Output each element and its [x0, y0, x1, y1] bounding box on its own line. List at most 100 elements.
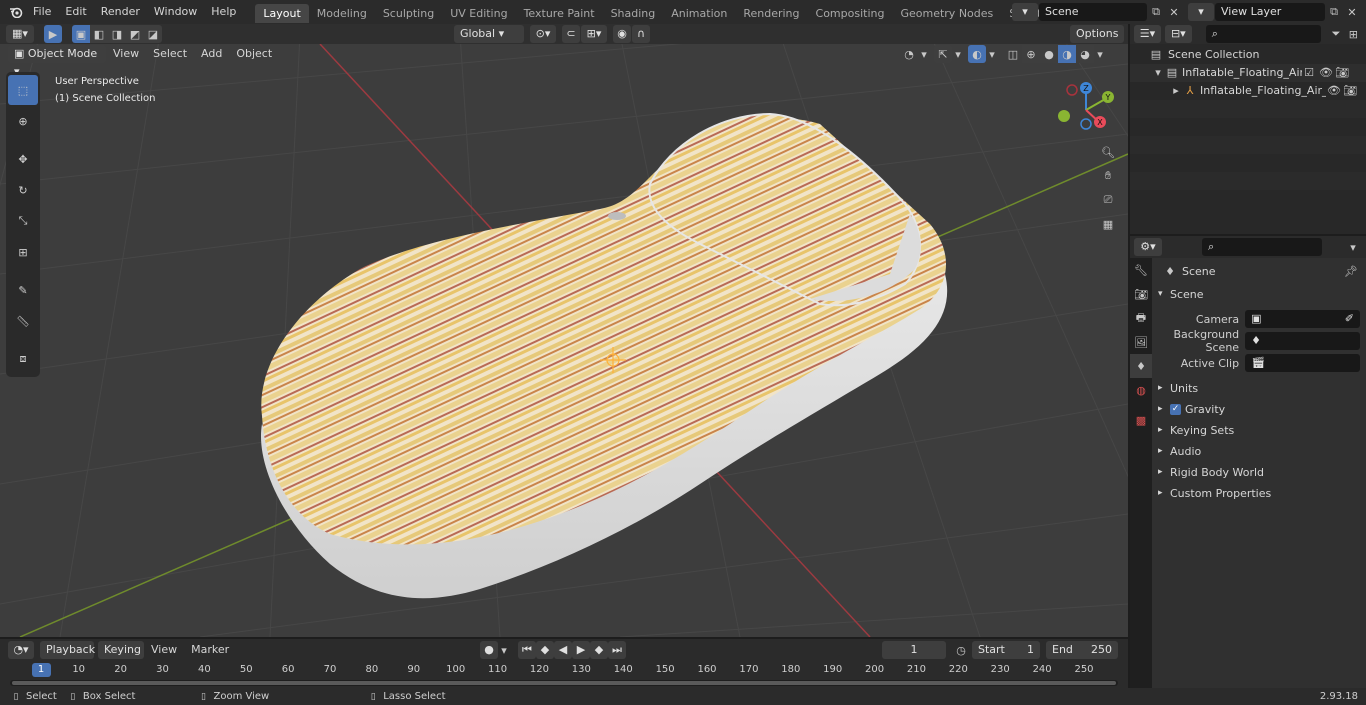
render-tab-icon[interactable]: 📷︎ [1130, 282, 1152, 306]
menu-file[interactable]: File [26, 0, 58, 24]
outliner-search-input[interactable]: ⌕ [1205, 25, 1322, 43]
move-tool-icon[interactable]: ✥ [8, 144, 38, 174]
editor-type-icon[interactable]: ▦▾ [6, 25, 34, 43]
tab-animation[interactable]: Animation [663, 4, 735, 23]
record-dropdown-icon[interactable]: ▾ [498, 641, 510, 659]
tool-tab-icon[interactable]: 🔧︎ [1130, 258, 1152, 282]
tab-compositing[interactable]: Compositing [808, 4, 893, 23]
overlays-toggle-icon[interactable]: ◐ [968, 45, 986, 63]
select-box-tool-icon[interactable]: ⬚ [8, 75, 38, 105]
tab-geometry-nodes[interactable]: Geometry Nodes [892, 4, 1001, 23]
outliner-item-collection[interactable]: ▾ ▤ Inflatable_Floating_Air_Mattre ☑ 👁︎ … [1130, 64, 1366, 82]
select-new-icon[interactable]: ▣ [72, 25, 90, 43]
pan-hand-icon[interactable]: ✋︎ [1096, 164, 1120, 188]
current-frame-field[interactable]: 1 [882, 641, 946, 659]
wireframe-shading-icon[interactable]: ⊕ [1022, 45, 1040, 63]
exclude-checkbox-icon[interactable]: ☑ [1302, 64, 1316, 82]
tab-shading[interactable]: Shading [603, 4, 664, 23]
select-tool-icon[interactable]: ▶ [44, 25, 62, 43]
tab-modeling[interactable]: Modeling [309, 4, 375, 23]
scene-name-field[interactable]: Scene [1039, 3, 1147, 21]
tab-uv-editing[interactable]: UV Editing [442, 4, 515, 23]
render-camera-icon[interactable]: 📷︎ [1342, 82, 1358, 100]
start-frame-field[interactable]: Start 1 [972, 641, 1040, 659]
close-scene-icon[interactable]: ✕ [1165, 3, 1183, 21]
select-extend-icon[interactable]: ◧ [90, 25, 108, 43]
timeline-editor-type-icon[interactable]: ◔▾ [8, 641, 34, 659]
options-dropdown[interactable]: Options ▾ [1070, 25, 1124, 58]
viewport-menu-add[interactable]: Add [194, 44, 229, 64]
cursor-tool-icon[interactable]: ⊕ [8, 106, 38, 136]
3d-viewport[interactable]: User Perspective (1) Scene Collection Z … [0, 44, 1128, 637]
scene-browse-icon[interactable]: ▾ [1012, 3, 1038, 21]
overlays-dropdown-icon[interactable]: ▾ [986, 45, 998, 63]
output-tab-icon[interactable]: 🖶︎ [1130, 306, 1152, 330]
proportional-edit-icon[interactable]: ◉ [613, 25, 631, 43]
pivot-point-icon[interactable]: ⊙▾ [530, 25, 556, 43]
visibility-eye-icon[interactable]: 👁︎ [1318, 64, 1334, 82]
gizmo-dropdown-icon[interactable]: ▾ [952, 45, 964, 63]
background-scene-field[interactable]: ♦ [1245, 332, 1360, 350]
visibility-icon[interactable]: ◔ [900, 45, 918, 63]
tab-layout[interactable]: Layout [255, 3, 309, 23]
playback-dropdown[interactable]: Playback ▾ [40, 641, 95, 674]
add-cube-tool-icon[interactable]: ⧈ [8, 344, 38, 374]
shading-dropdown-icon[interactable]: ▾ [1094, 45, 1106, 63]
jump-end-icon[interactable]: ⏭ [608, 641, 626, 659]
timeline-scroll-thumb[interactable] [12, 681, 1116, 685]
mode-dropdown[interactable]: ▣ Object Mode ▾ [8, 45, 106, 78]
snap-toggle-icon[interactable]: ⊂ [562, 25, 580, 43]
orientation-dropdown[interactable]: Global ▾ [454, 25, 524, 43]
outliner-scene-collection[interactable]: ▤ Scene Collection [1130, 46, 1366, 64]
view-layer-browse-icon[interactable]: ▾ [1188, 3, 1214, 21]
rotate-tool-icon[interactable]: ↻ [8, 175, 38, 205]
viewport-menu-select[interactable]: Select [146, 44, 194, 64]
close-view-layer-icon[interactable]: ✕ [1343, 3, 1361, 21]
units-panel-header[interactable]: ▸ Units [1130, 378, 1366, 399]
view-layer-name-field[interactable]: View Layer [1215, 3, 1325, 21]
camera-view-icon[interactable]: ⎚ [1096, 188, 1120, 212]
end-frame-field[interactable]: End 250 [1046, 641, 1118, 659]
transform-tool-icon[interactable]: ⊞ [8, 237, 38, 267]
properties-options-icon[interactable]: ▾ [1344, 238, 1362, 256]
expand-arrow-icon[interactable]: ▸ [1170, 82, 1182, 100]
visibility-eye-icon[interactable]: 👁︎ [1326, 82, 1342, 100]
xray-toggle-icon[interactable]: ◫ [1004, 45, 1022, 63]
select-intersect-icon[interactable]: ◪ [144, 25, 162, 43]
render-camera-icon[interactable]: 📷︎ [1334, 64, 1350, 82]
scene-panel-header[interactable]: ▾ Scene [1130, 284, 1366, 305]
new-collection-icon[interactable]: ⊞ [1345, 25, 1362, 43]
camera-field[interactable]: ▣ ✐ [1245, 310, 1360, 328]
visibility-dropdown-icon[interactable]: ▾ [918, 45, 930, 63]
rigid-body-panel-header[interactable]: ▸ Rigid Body World [1130, 462, 1366, 483]
tab-rendering[interactable]: Rendering [735, 4, 807, 23]
annotate-tool-icon[interactable]: ✎ [8, 275, 38, 305]
gravity-panel-header[interactable]: ▸ ✓ Gravity [1130, 399, 1366, 420]
eyedropper-icon[interactable]: ✐ [1345, 310, 1354, 328]
gravity-checkbox[interactable]: ✓ [1170, 404, 1181, 415]
menu-render[interactable]: Render [94, 0, 147, 24]
prev-keyframe-icon[interactable]: ◆ [536, 641, 554, 659]
menu-help[interactable]: Help [204, 0, 243, 24]
rendered-shading-icon[interactable]: ◕ [1076, 45, 1094, 63]
measure-tool-icon[interactable]: 📏︎ [8, 306, 38, 336]
play-icon[interactable]: ▶ [572, 641, 590, 659]
pin-icon[interactable]: 📌︎ [1342, 262, 1360, 280]
jump-start-icon[interactable]: ⏮ [518, 641, 536, 659]
copy-scene-icon[interactable]: ⧉ [1147, 3, 1165, 21]
perspective-toggle-icon[interactable]: ▦ [1096, 212, 1120, 236]
keying-sets-panel-header[interactable]: ▸ Keying Sets [1130, 420, 1366, 441]
material-preview-icon[interactable]: ◑ [1058, 45, 1076, 63]
viewport-menu-view[interactable]: View [106, 44, 146, 64]
solid-shading-icon[interactable]: ● [1040, 45, 1058, 63]
menu-window[interactable]: Window [147, 0, 204, 24]
outliner-item-object[interactable]: ▸ ⅄ Inflatable_Floating_Air_M 👁︎ 📷︎ [1130, 82, 1366, 100]
timeline-scrollbar[interactable] [10, 680, 1118, 686]
world-tab-icon[interactable]: ◍ [1130, 378, 1152, 402]
record-icon[interactable]: ● [480, 641, 498, 659]
custom-properties-panel-header[interactable]: ▸ Custom Properties [1130, 483, 1366, 504]
select-invert-icon[interactable]: ◩ [126, 25, 144, 43]
navigation-gizmo[interactable]: Z Y X [1052, 80, 1122, 140]
keying-dropdown[interactable]: Keying ▾ [98, 641, 144, 674]
falloff-icon[interactable]: ∩ [632, 25, 650, 43]
